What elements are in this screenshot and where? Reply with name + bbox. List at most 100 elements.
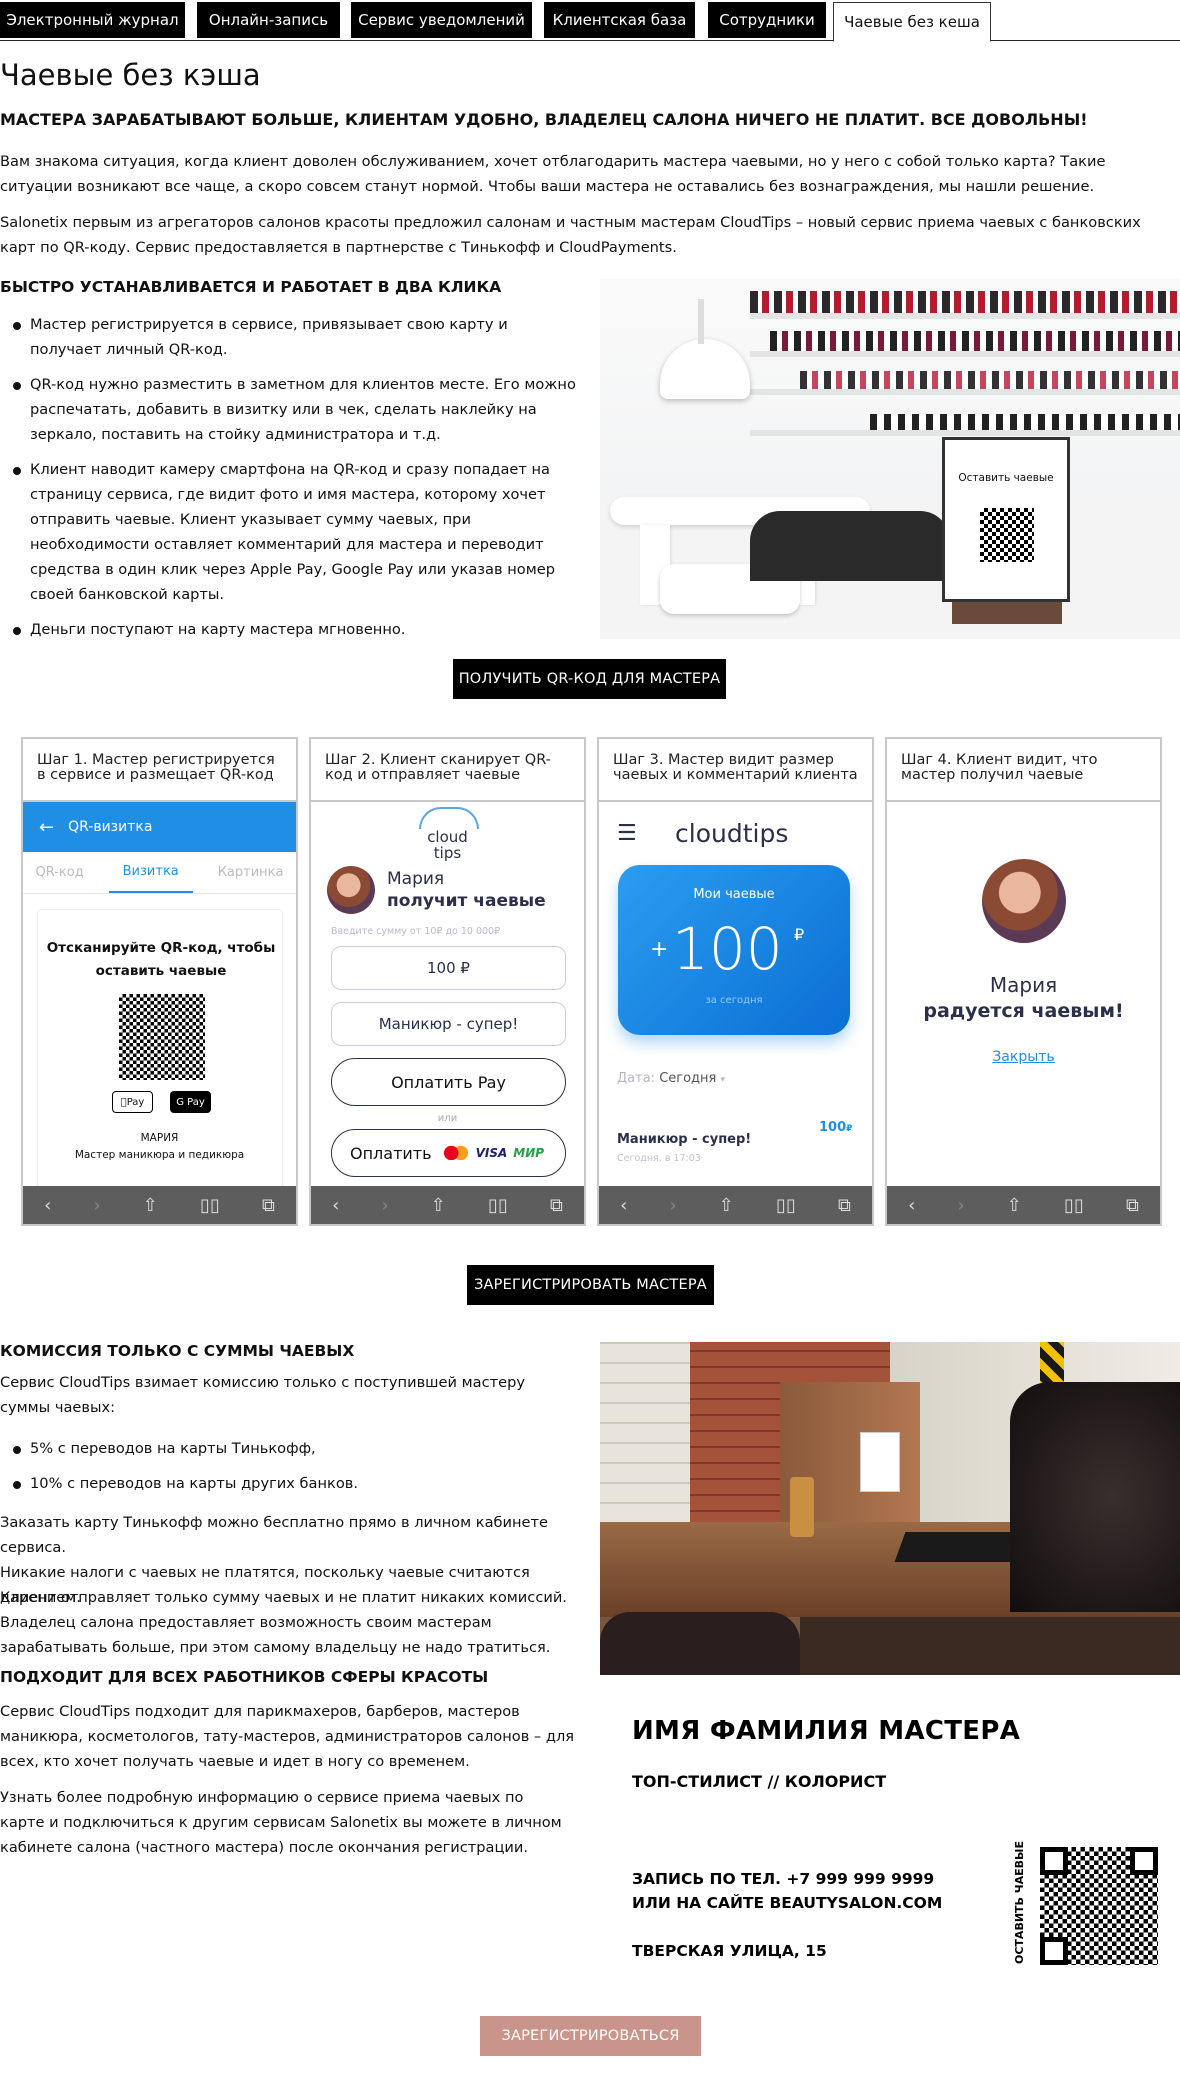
apple-pay-button[interactable]: Оплатить Pay — [331, 1058, 566, 1106]
tab-picture[interactable]: Картинка — [218, 865, 284, 880]
master-name: МАРИЯ — [140, 1132, 179, 1144]
share-icon[interactable]: ⇧ — [431, 1195, 446, 1216]
forward-icon[interactable]: › — [669, 1195, 676, 1216]
card-qr-label: ОСТАВИТЬ ЧАЕВЫЕ — [1013, 1841, 1026, 1964]
page-title: Чаевые без кэша — [0, 58, 261, 92]
share-icon[interactable]: ⇧ — [143, 1195, 158, 1216]
tabs-icon[interactable]: ⧉ — [550, 1195, 563, 1216]
currency-sign: ₽ — [794, 925, 805, 944]
forward-icon[interactable]: › — [93, 1195, 100, 1216]
suitable-heading: ПОДХОДИТ ДЛЯ ВСЕХ РАБОТНИКОВ СФЕРЫ КРАСО… — [0, 1668, 489, 1686]
install-heading: БЫСТРО УСТАНАВЛИВАЕТСЯ И РАБОТАЕТ В ДВА … — [0, 278, 502, 296]
commission-text: Сервис CloudTips взимает комиссию только… — [0, 1374, 525, 1416]
commission-paragraph-1: Заказать карту Тинькофф можно бесплатно … — [0, 1514, 548, 1556]
register-button[interactable]: ЗАРЕГИСТРИРОВАТЬСЯ — [480, 2016, 701, 2056]
tip-item-time: Сегодня, в 17:03 — [617, 1153, 701, 1164]
visa-icon: VISA — [475, 1146, 508, 1160]
tip-item-title: Маникюр - супер! — [617, 1132, 752, 1147]
card-pay-button[interactable]: Оплатить VISA МИР — [331, 1129, 566, 1177]
back-arrow-icon[interactable]: ← — [39, 817, 54, 838]
step-card-3: Шаг 3. Мастер видит размер чаевых и комм… — [597, 737, 874, 1226]
cloudtips-logo: cloudtips — [675, 819, 789, 848]
forward-icon[interactable]: › — [957, 1195, 964, 1216]
lead-text: МАСТЕРА ЗАРАБАТЫВАЮТ БОЛЬШЕ, КЛИЕНТАМ УД… — [0, 110, 1088, 129]
pay-label: Оплатить — [350, 1143, 432, 1163]
step-card-4: Шаг 4. Клиент видит, что мастер получил … — [885, 737, 1162, 1226]
browser-toolbar: ‹ › ⇧ ▯▯ ⧉ — [23, 1186, 296, 1224]
card-master-name: ИМЯ ФАМИЛИЯ МАСТЕРА — [632, 1716, 1021, 1746]
tab-tips[interactable]: Чаевые без кеша — [833, 2, 991, 42]
browser-toolbar: ‹ › ⇧ ▯▯ ⧉ — [599, 1186, 872, 1224]
forward-icon[interactable]: › — [381, 1195, 388, 1216]
tabs-icon[interactable]: ⧉ — [262, 1195, 275, 1216]
commission-paragraph-3: Клиент отправляет только сумму чаевых и … — [0, 1589, 567, 1606]
step-caption: Шаг 3. Мастер видит размер чаевых и комм… — [599, 739, 872, 802]
step-caption: Шаг 1. Мастер регистрируется в сервисе и… — [23, 739, 296, 802]
book-icon[interactable]: ▯▯ — [776, 1195, 796, 1216]
share-icon[interactable]: ⇧ — [1007, 1195, 1022, 1216]
tab-qr-code[interactable]: QR-код — [35, 865, 83, 880]
qr-code-image — [1040, 1847, 1158, 1965]
browser-toolbar: ‹ › ⇧ ▯▯ ⧉ — [311, 1186, 584, 1224]
apple-pay-badge: Pay — [112, 1091, 153, 1113]
tip-item-amount: 100₽ — [819, 1120, 853, 1135]
hamburger-menu-icon[interactable]: ☰ — [617, 821, 637, 846]
tips-card-title: Мои чаевые — [693, 887, 775, 902]
mir-icon: МИР — [513, 1146, 545, 1160]
tab-employees[interactable]: Сотрудники — [708, 2, 826, 38]
qr-card-header: QR-визитка — [68, 819, 153, 835]
share-icon[interactable]: ⇧ — [719, 1195, 734, 1216]
back-icon[interactable]: ‹ — [332, 1195, 339, 1216]
tips-sign-label: Оставить чаевые — [958, 472, 1054, 484]
list-item: QR-код нужно разместить в заметном для к… — [0, 372, 580, 447]
tab-online-booking[interactable]: Онлайн-запись — [197, 2, 340, 38]
tab-journal[interactable]: Электронный журнал — [0, 2, 185, 38]
scan-instructions: Отсканируйте QR-код, чтобы оставить чаев… — [46, 940, 276, 979]
google-pay-badge: G Pay — [170, 1091, 211, 1113]
tips-summary-card: Мои чаевые + 100 ₽ за сегодня — [618, 865, 850, 1035]
close-link[interactable]: Закрыть — [887, 1049, 1160, 1065]
intro-paragraph-2: Salonetix первым из агрегаторов салонов … — [0, 214, 1141, 256]
plus-sign: + — [650, 937, 669, 962]
tips-amount: 100 — [672, 915, 783, 983]
date-filter[interactable]: Дата: Сегодня ▾ — [617, 1071, 725, 1086]
recipient-action: получит чаевые — [387, 891, 546, 911]
suitable-paragraph-2: Узнать более подробную информацию о серв… — [0, 1789, 562, 1856]
card-website: ИЛИ НА САЙТЕ BEAUTYSALON.COM — [632, 1894, 943, 1912]
book-icon[interactable]: ▯▯ — [488, 1195, 508, 1216]
amount-input[interactable]: 100 ₽ — [331, 946, 566, 990]
recipient-name: Мария — [989, 973, 1058, 997]
step-caption: Шаг 2. Клиент сканирует QR-код и отправл… — [311, 739, 584, 802]
step-caption: Шаг 4. Клиент видит, что мастер получил … — [887, 739, 1160, 802]
tab-vizitka[interactable]: Визитка — [108, 852, 193, 893]
book-icon[interactable]: ▯▯ — [1064, 1195, 1084, 1216]
list-item: Мастер регистрируется в сервисе, привязы… — [0, 312, 580, 362]
thanks-message: радуется чаевым! — [923, 1000, 1124, 1022]
get-qr-button[interactable]: ПОЛУЧИТЬ QR-КОД ДЛЯ МАСТЕРА — [453, 659, 726, 699]
tab-client-base[interactable]: Клиентская база — [544, 2, 695, 38]
qr-code-image — [980, 508, 1034, 562]
tabs-icon[interactable]: ⧉ — [1126, 1195, 1139, 1216]
tabs-icon[interactable]: ⧉ — [838, 1195, 851, 1216]
commission-list: 5% с переводов на карты Тинькофф, 10% с … — [0, 1436, 580, 1506]
tips-sign: Оставить чаевые — [942, 437, 1070, 602]
step-card-1: Шаг 1. Мастер регистрируется в сервисе и… — [21, 737, 298, 1226]
card-address: ТВЕРСКАЯ УЛИЦА, 15 — [632, 1942, 827, 1960]
list-item: 10% с переводов на карты других банков. — [0, 1471, 580, 1496]
back-icon[interactable]: ‹ — [44, 1195, 51, 1216]
card-master-role: ТОП-СТИЛИСТ // КОЛОРИСТ — [632, 1772, 887, 1791]
back-icon[interactable]: ‹ — [620, 1195, 627, 1216]
list-item: 5% с переводов на карты Тинькофф, — [0, 1436, 580, 1461]
intro-paragraph-1: Вам знакома ситуация, когда клиент довол… — [0, 153, 1106, 195]
master-role: Мастер маникюра и педикюра — [74, 1149, 245, 1161]
list-item: Деньги поступают на карту мастера мгнове… — [0, 617, 580, 642]
install-list: Мастер регистрируется в сервисе, привязы… — [0, 312, 580, 652]
commission-paragraph-4: Владелец салона предоставляет возможност… — [0, 1614, 551, 1656]
book-icon[interactable]: ▯▯ — [200, 1195, 220, 1216]
tab-notifications[interactable]: Сервис уведомлений — [351, 2, 532, 38]
register-master-button[interactable]: ЗАРЕГИСТРИРОВАТЬ МАСТЕРА — [467, 1265, 714, 1305]
comment-input[interactable]: Маникюр - супер! — [331, 1002, 566, 1046]
recipient-name: Мария — [387, 869, 445, 889]
back-icon[interactable]: ‹ — [908, 1195, 915, 1216]
tips-period: за сегодня — [705, 995, 763, 1006]
